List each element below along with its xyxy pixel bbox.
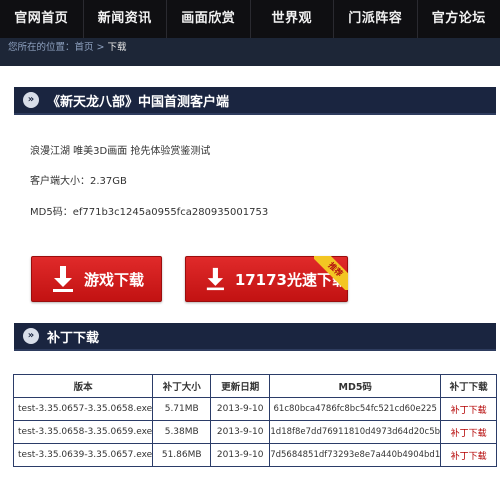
patch-filename: test-3.35.0639-3.35.0657.exe [12, 443, 154, 467]
recommend-badge: 推荐 [314, 256, 348, 290]
patch-filename: test-3.35.0658-3.35.0659.exe [12, 420, 154, 444]
column-header-version: 版本 [12, 374, 154, 398]
patch-md5: 1d18f8e7dd76911810d4973d64d20c5b [269, 420, 442, 444]
column-header-date: 更新日期 [210, 374, 271, 398]
client-section-title: 《新天龙八部》中国首测客户端 [47, 94, 230, 110]
patch-md5: 61c80bca4786fc8bc54fc521cd60e225 [269, 397, 442, 421]
table-row: test-3.35.0639-3.35.0657.exe 51.86MB 201… [12, 443, 497, 467]
breadcrumb-prefix: 您所在的位置： [8, 42, 75, 53]
client-section-header: » 《新天龙八部》中国首测客户端 [14, 87, 496, 115]
top-navigation: 官网首页 新闻资讯 画面欣赏 世界观 门派阵容 官方论坛 [0, 0, 500, 38]
patch-date: 2013-9-10 [210, 397, 271, 421]
column-header-download: 补丁下载 [440, 374, 497, 398]
patch-download-link[interactable]: 补丁下载 [440, 420, 497, 444]
nav-item-factions[interactable]: 门派阵容 [334, 0, 418, 38]
table-row: test-3.35.0658-3.35.0659.exe 5.38MB 2013… [12, 420, 497, 444]
breadcrumb-home-link[interactable]: 首页 [75, 42, 94, 53]
patch-section-title: 补丁下载 [47, 330, 100, 346]
nav-item-gallery[interactable]: 画面欣赏 [167, 0, 251, 38]
patch-md5: 7d5684851df73293e8e7a440b4904bd1 [269, 443, 442, 467]
nav-item-forum[interactable]: 官方论坛 [418, 0, 500, 38]
bullet-glyph: » [27, 330, 35, 341]
double-chevron-icon: » [23, 328, 39, 344]
recommend-badge-text: 推荐 [314, 256, 348, 290]
breadcrumb-separator: > [93, 42, 108, 53]
table-row: test-3.35.0657-3.35.0658.exe 5.71MB 2013… [12, 397, 497, 421]
patch-download-link[interactable]: 补丁下载 [440, 443, 497, 467]
download-arrow-icon [206, 267, 224, 291]
breadcrumb-divider [0, 58, 500, 66]
nav-item-worldview[interactable]: 世界观 [251, 0, 334, 38]
game-download-button[interactable]: 游戏下载 [31, 256, 162, 302]
patch-size: 5.38MB [152, 420, 212, 444]
nav-item-news[interactable]: 新闻资讯 [84, 0, 167, 38]
patch-table: 版本 补丁大小 更新日期 MD5码 补丁下载 test-3.35.0657-3.… [12, 374, 497, 467]
download-arrow-icon [53, 266, 73, 292]
client-md5: MD5码：ef771b3c1245a0955fca280935001753 [30, 207, 269, 218]
double-chevron-icon: » [23, 92, 39, 108]
table-header-row: 版本 补丁大小 更新日期 MD5码 补丁下载 [12, 374, 497, 398]
patch-size: 5.71MB [152, 397, 212, 421]
game-download-label: 游戏下载 [84, 270, 145, 289]
bullet-glyph: » [27, 94, 35, 105]
patch-section-header: » 补丁下载 [14, 323, 496, 351]
patch-download-link[interactable]: 补丁下载 [440, 397, 497, 421]
column-header-md5: MD5码 [269, 374, 442, 398]
patch-size: 51.86MB [152, 443, 212, 467]
patch-filename: test-3.35.0657-3.35.0658.exe [12, 397, 154, 421]
patch-date: 2013-9-10 [210, 420, 271, 444]
column-header-size: 补丁大小 [152, 374, 212, 398]
breadcrumb-current: 下载 [107, 42, 127, 53]
nav-item-home[interactable]: 官网首页 [0, 0, 84, 38]
client-size: 客户端大小：2.37GB [30, 176, 127, 187]
client-tagline: 浪漫江湖 唯美3D画面 抢先体验赏鉴测试 [30, 146, 211, 157]
breadcrumb: 您所在的位置：首页 > 下载 [0, 38, 500, 58]
patch-date: 2013-9-10 [210, 443, 271, 467]
fast-download-button[interactable]: 17173光速下载 推荐 [185, 256, 348, 302]
